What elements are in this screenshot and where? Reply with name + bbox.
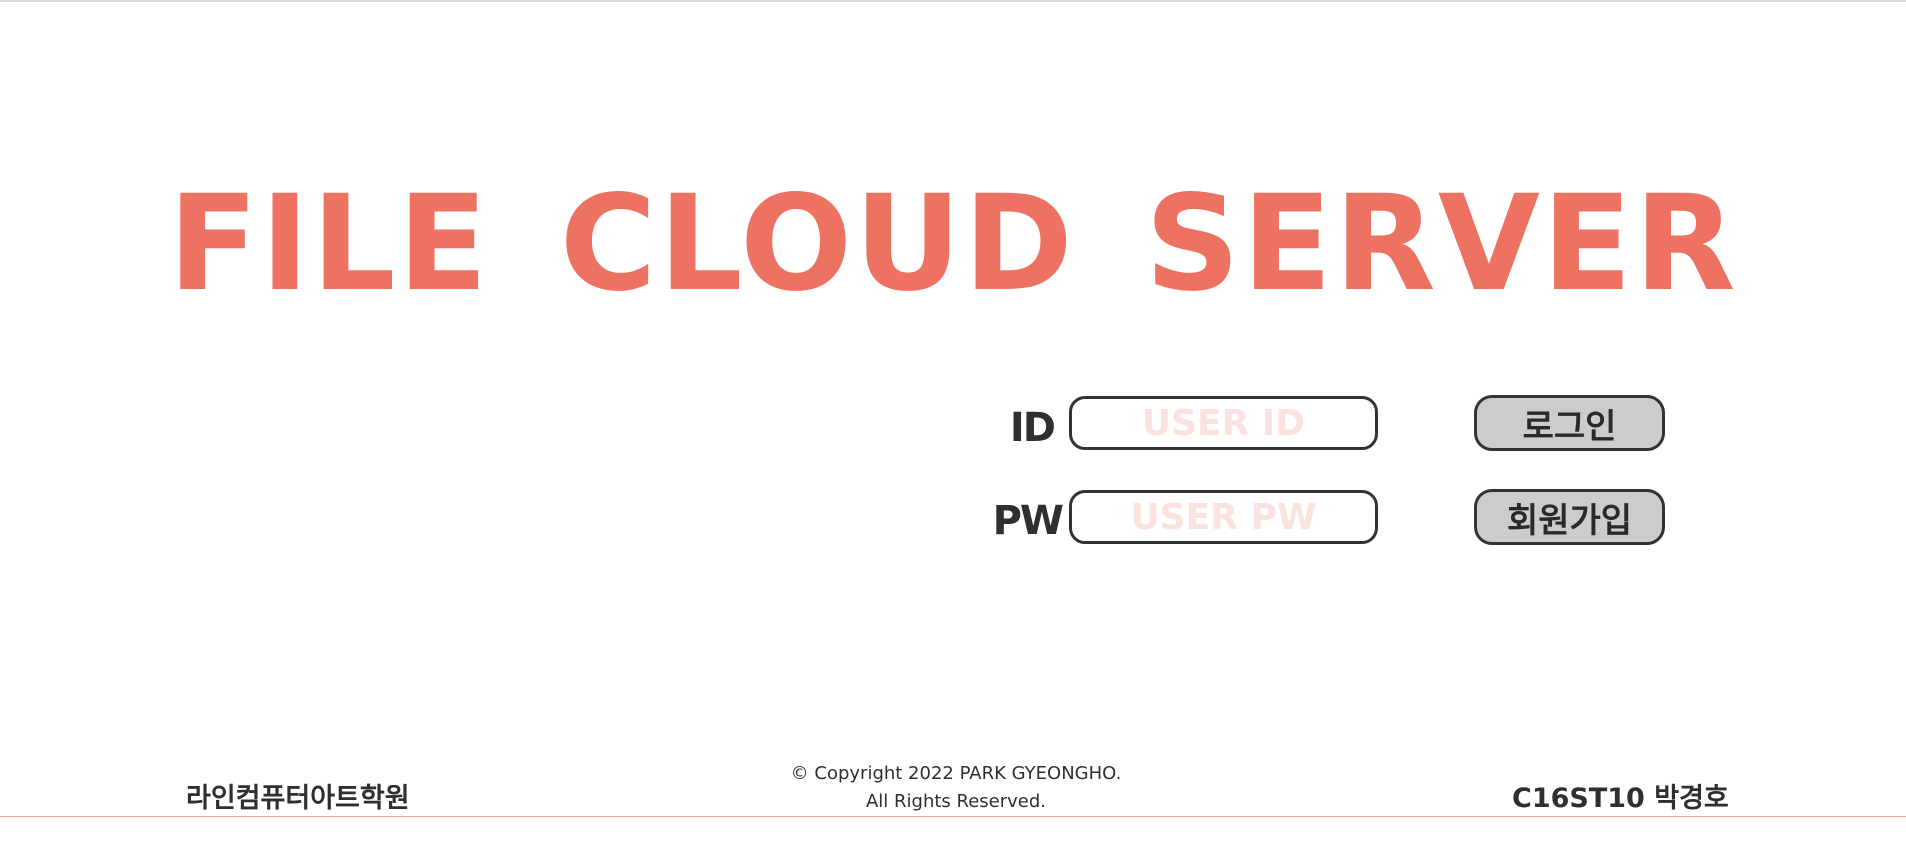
academy-name: 라인컴퓨터아트학원 [186,783,410,814]
copyright-line-1: © Copyright 2022 PARK GYEONGHO. [790,763,1122,784]
page-title: FILE CLOUD SERVER [168,167,1738,321]
copyright-line-2: All Rights Reserved. [865,791,1047,812]
user-pw-input[interactable] [1069,490,1378,544]
pw-label: PW [992,498,1064,544]
copyright: © Copyright 2022 PARK GYEONGHO. All Righ… [700,760,1212,816]
footer-divider [0,816,1906,817]
author-name: C16ST10 박경호 [1512,783,1729,814]
signup-button[interactable]: 회원가입 [1474,489,1665,545]
id-label: ID [1009,405,1056,451]
user-id-input[interactable] [1069,396,1378,450]
login-button[interactable]: 로그인 [1474,395,1665,451]
top-border [0,0,1906,2]
